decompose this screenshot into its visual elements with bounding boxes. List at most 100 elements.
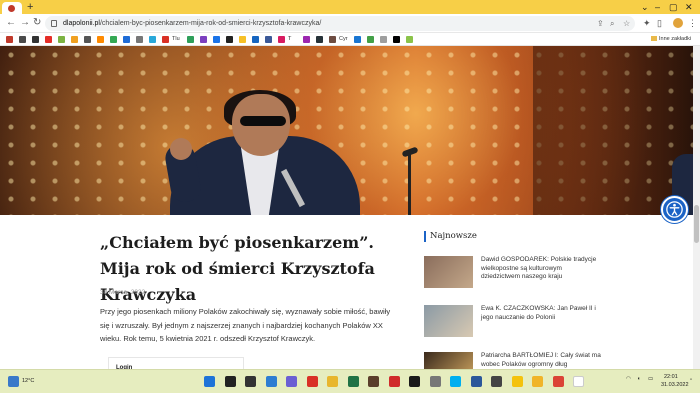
wikipedia-bookmark-icon[interactable] [84, 36, 91, 43]
headphones-icon[interactable] [388, 376, 400, 387]
screen: + ⌄ – ▢ ✕ ← → ↻ dlapolonii.pl/chcialem-b… [0, 0, 700, 393]
widgets-icon[interactable] [265, 376, 277, 387]
blank-icon[interactable] [573, 376, 584, 387]
calc-icon[interactable] [491, 376, 502, 387]
news-link[interactable]: Dawid GOSPODAREK: Polskie tradycje wielk… [481, 256, 601, 282]
chrome-icon[interactable] [552, 376, 564, 387]
youtube-bookmark-icon[interactable] [45, 36, 52, 43]
back-icon[interactable]: ← [6, 17, 16, 29]
browser-tab[interactable] [2, 2, 22, 14]
volume-icon[interactable]: ◖ [637, 376, 640, 383]
minimize-icon[interactable]: – [655, 1, 660, 13]
shield-bookmark-icon[interactable] [71, 36, 78, 43]
singer-hand [170, 138, 192, 160]
url-path: /chcialem-byc-piosenkarzem-mija-rok-od-s… [99, 20, 322, 27]
lock-icon [51, 20, 57, 27]
mic-bookmark-icon[interactable] [329, 36, 336, 43]
bookmark-label[interactable]: Cyr [339, 35, 348, 44]
share-icon[interactable]: ⇪ [597, 18, 604, 29]
star-bookmark-icon[interactable] [213, 36, 220, 43]
maps-bookmark-icon[interactable] [110, 36, 117, 43]
clock-date[interactable]: 31.03.2022 [661, 382, 689, 389]
notifications-icon[interactable]: ▫ [690, 377, 692, 384]
skype-icon[interactable] [450, 376, 461, 387]
task-view-icon[interactable] [245, 376, 256, 387]
tv-icon[interactable] [409, 376, 420, 387]
news-bookmark-icon[interactable] [265, 36, 272, 43]
gray-bookmark-icon[interactable] [380, 36, 387, 43]
plus-bookmark-icon[interactable] [136, 36, 143, 43]
profile-avatar[interactable] [673, 18, 683, 28]
mic-stand [408, 151, 411, 215]
purple-bookmark-icon[interactable] [200, 36, 207, 43]
bookmark-label[interactable]: Tlu [172, 35, 180, 44]
android-bookmark-icon[interactable] [58, 36, 65, 43]
cyan-bookmark-icon[interactable] [149, 36, 156, 43]
yellow-bookmark-icon[interactable] [239, 36, 246, 43]
news-thumbnail[interactable] [424, 256, 473, 288]
address-bar[interactable]: dlapolonii.pl/chcialem-byc-piosenkarzem-… [45, 16, 635, 31]
scrollbar-thumb[interactable] [694, 205, 699, 243]
accessibility-button[interactable] [661, 196, 688, 223]
phone-bookmark-icon[interactable] [367, 36, 374, 43]
folder-icon[interactable] [532, 376, 543, 387]
weather-icon[interactable] [8, 376, 19, 387]
red-square-bookmark-icon[interactable] [162, 36, 169, 43]
extensions-icon[interactable]: ✦ [643, 17, 651, 29]
media-icon[interactable] [368, 376, 379, 387]
windows-start-icon[interactable] [204, 376, 215, 387]
windows-taskbar: 12°C ◠ ◖ ▭ 22:01 31.03.2022 ▫ [0, 369, 700, 393]
settings-icon[interactable] [429, 376, 441, 387]
new-tab-button[interactable]: + [27, 1, 33, 13]
reading-list-icon[interactable]: ▯ [657, 17, 662, 29]
article-date: 30 Marca, 2022 [100, 289, 146, 296]
blue-bookmark-icon[interactable] [123, 36, 130, 43]
other-bookmarks[interactable]: Inne zakładki [651, 35, 691, 44]
folder-icon [651, 36, 657, 42]
sidebar-title: Najnowsze [424, 231, 477, 242]
teams-chat-icon[interactable] [286, 376, 297, 387]
word-icon[interactable] [470, 376, 482, 387]
pink-bookmark-icon[interactable] [278, 36, 285, 43]
tab-search-icon[interactable]: ⌄ [641, 1, 649, 13]
zoom-icon[interactable]: ⌕ [610, 18, 614, 29]
url-text: dlapolonii.pl/chcialem-byc-piosenkarzem-… [63, 18, 321, 29]
calendar-bookmark-icon[interactable] [252, 36, 259, 43]
news-thumbnail[interactable] [424, 352, 473, 369]
dark-bookmark-icon[interactable] [316, 36, 323, 43]
explorer-icon[interactable] [327, 376, 338, 387]
news-link[interactable]: Patriarcha BARTŁOMIEJ I: Cały świat ma w… [481, 352, 601, 369]
mail-bookmark-icon[interactable] [32, 36, 39, 43]
green-bookmark-icon[interactable] [187, 36, 194, 43]
orange-bookmark-icon[interactable] [97, 36, 104, 43]
notes-icon[interactable] [511, 376, 523, 387]
battery-icon[interactable]: ▭ [648, 376, 653, 383]
accessibility-icon [666, 201, 683, 218]
bookmark-star-icon[interactable]: ☆ [623, 18, 630, 29]
record-icon[interactable] [306, 376, 318, 387]
reload-icon[interactable]: ↻ [33, 17, 41, 29]
rakuten-bookmark-icon[interactable] [6, 36, 13, 43]
wifi-icon[interactable]: ◠ [626, 376, 631, 383]
browser-tab-strip: + ⌄ – ▢ ✕ [0, 0, 700, 14]
news-thumbnail[interactable] [424, 305, 473, 337]
music-bookmark-icon[interactable] [303, 36, 310, 43]
hero-right-panel [533, 46, 693, 215]
close-window-icon[interactable]: ✕ [685, 1, 693, 13]
arrow-bookmark-icon[interactable] [406, 36, 413, 43]
grid-bookmark-icon[interactable] [19, 36, 26, 43]
browser-toolbar: ← → ↻ dlapolonii.pl/chcialem-byc-piosenk… [0, 14, 700, 33]
tiktok-bookmark-icon[interactable] [226, 36, 233, 43]
news-link[interactable]: Ewa K. CZACZKOWSKA: Jan Paweł II i jego … [481, 305, 601, 322]
bookmark-label[interactable]: T [288, 35, 291, 44]
url-domain: dlapolonii.pl [63, 20, 100, 27]
black-square-bookmark-icon[interactable] [393, 36, 400, 43]
chrome-menu-icon[interactable]: ⋮ [688, 17, 697, 29]
maximize-icon[interactable]: ▢ [669, 1, 678, 13]
weather-temp[interactable]: 12°C [22, 378, 34, 385]
t-bookmark-icon[interactable] [354, 36, 361, 43]
clock-time[interactable]: 22:01 [664, 374, 678, 381]
files-icon[interactable] [347, 376, 359, 387]
forward-icon[interactable]: → [20, 17, 30, 29]
search-icon[interactable] [224, 376, 236, 387]
